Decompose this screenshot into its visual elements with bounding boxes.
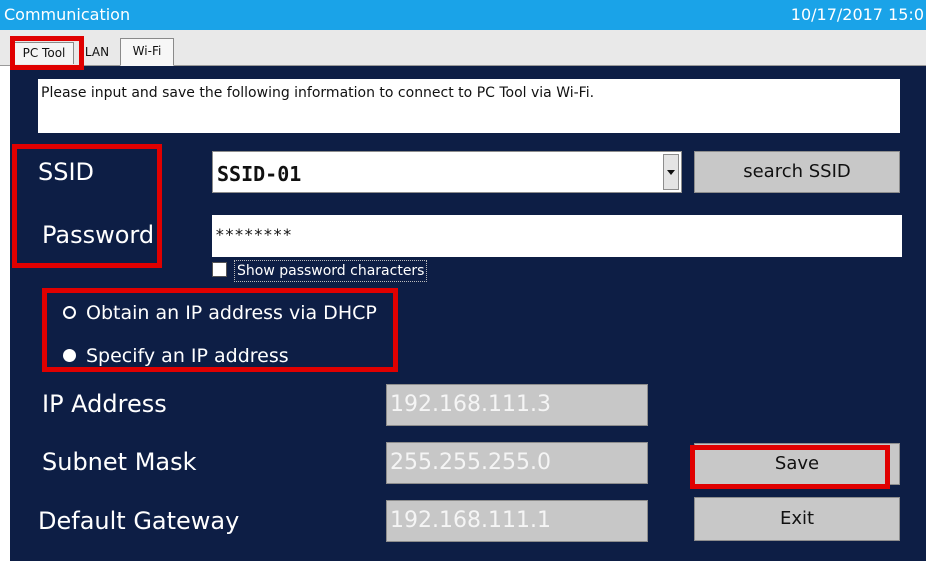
- tab-pc-tool[interactable]: PC Tool: [14, 42, 74, 64]
- radio-specify-label: Specify an IP address: [86, 345, 289, 367]
- radio-specify-ip[interactable]: Specify an IP address: [58, 342, 358, 370]
- password-label: Password: [42, 221, 155, 249]
- exit-button[interactable]: Exit: [694, 497, 900, 541]
- show-password-label[interactable]: Show password characters: [234, 260, 428, 282]
- radio-selected-icon: [63, 349, 76, 362]
- window-title: Communication: [4, 5, 131, 24]
- default-gateway-field[interactable]: 192.168.111.1: [386, 500, 648, 542]
- show-password-checkbox[interactable]: [212, 262, 227, 277]
- dropdown-button[interactable]: [663, 154, 679, 190]
- ssid-value: SSID-01: [217, 162, 302, 186]
- tab-lan[interactable]: LAN: [78, 42, 116, 64]
- password-input[interactable]: ********: [212, 215, 902, 257]
- search-ssid-button[interactable]: search SSID: [694, 151, 900, 193]
- ssid-select[interactable]: SSID-01: [212, 151, 682, 193]
- radio-dhcp[interactable]: Obtain an IP address via DHCP: [58, 299, 398, 327]
- title-bar: Communication 10/17/2017 15:0: [0, 0, 926, 30]
- subnet-mask-label: Subnet Mask: [42, 448, 197, 476]
- ip-address-label: IP Address: [42, 390, 167, 418]
- subnet-mask-field[interactable]: 255.255.255.0: [386, 442, 648, 484]
- datetime: 10/17/2017 15:0: [790, 5, 924, 24]
- chevron-down-icon: [667, 170, 675, 175]
- info-text: Please input and save the following info…: [38, 79, 900, 133]
- radio-dhcp-label: Obtain an IP address via DHCP: [86, 302, 377, 324]
- save-button[interactable]: Save: [694, 443, 900, 485]
- default-gateway-label: Default Gateway: [38, 507, 240, 535]
- tab-wifi[interactable]: Wi-Fi: [120, 38, 174, 66]
- ip-address-field[interactable]: 192.168.111.3: [386, 384, 648, 426]
- ssid-label: SSID: [38, 158, 95, 186]
- tab-strip: PC Tool LAN Wi-Fi: [0, 30, 926, 66]
- radio-unselected-icon: [63, 306, 76, 319]
